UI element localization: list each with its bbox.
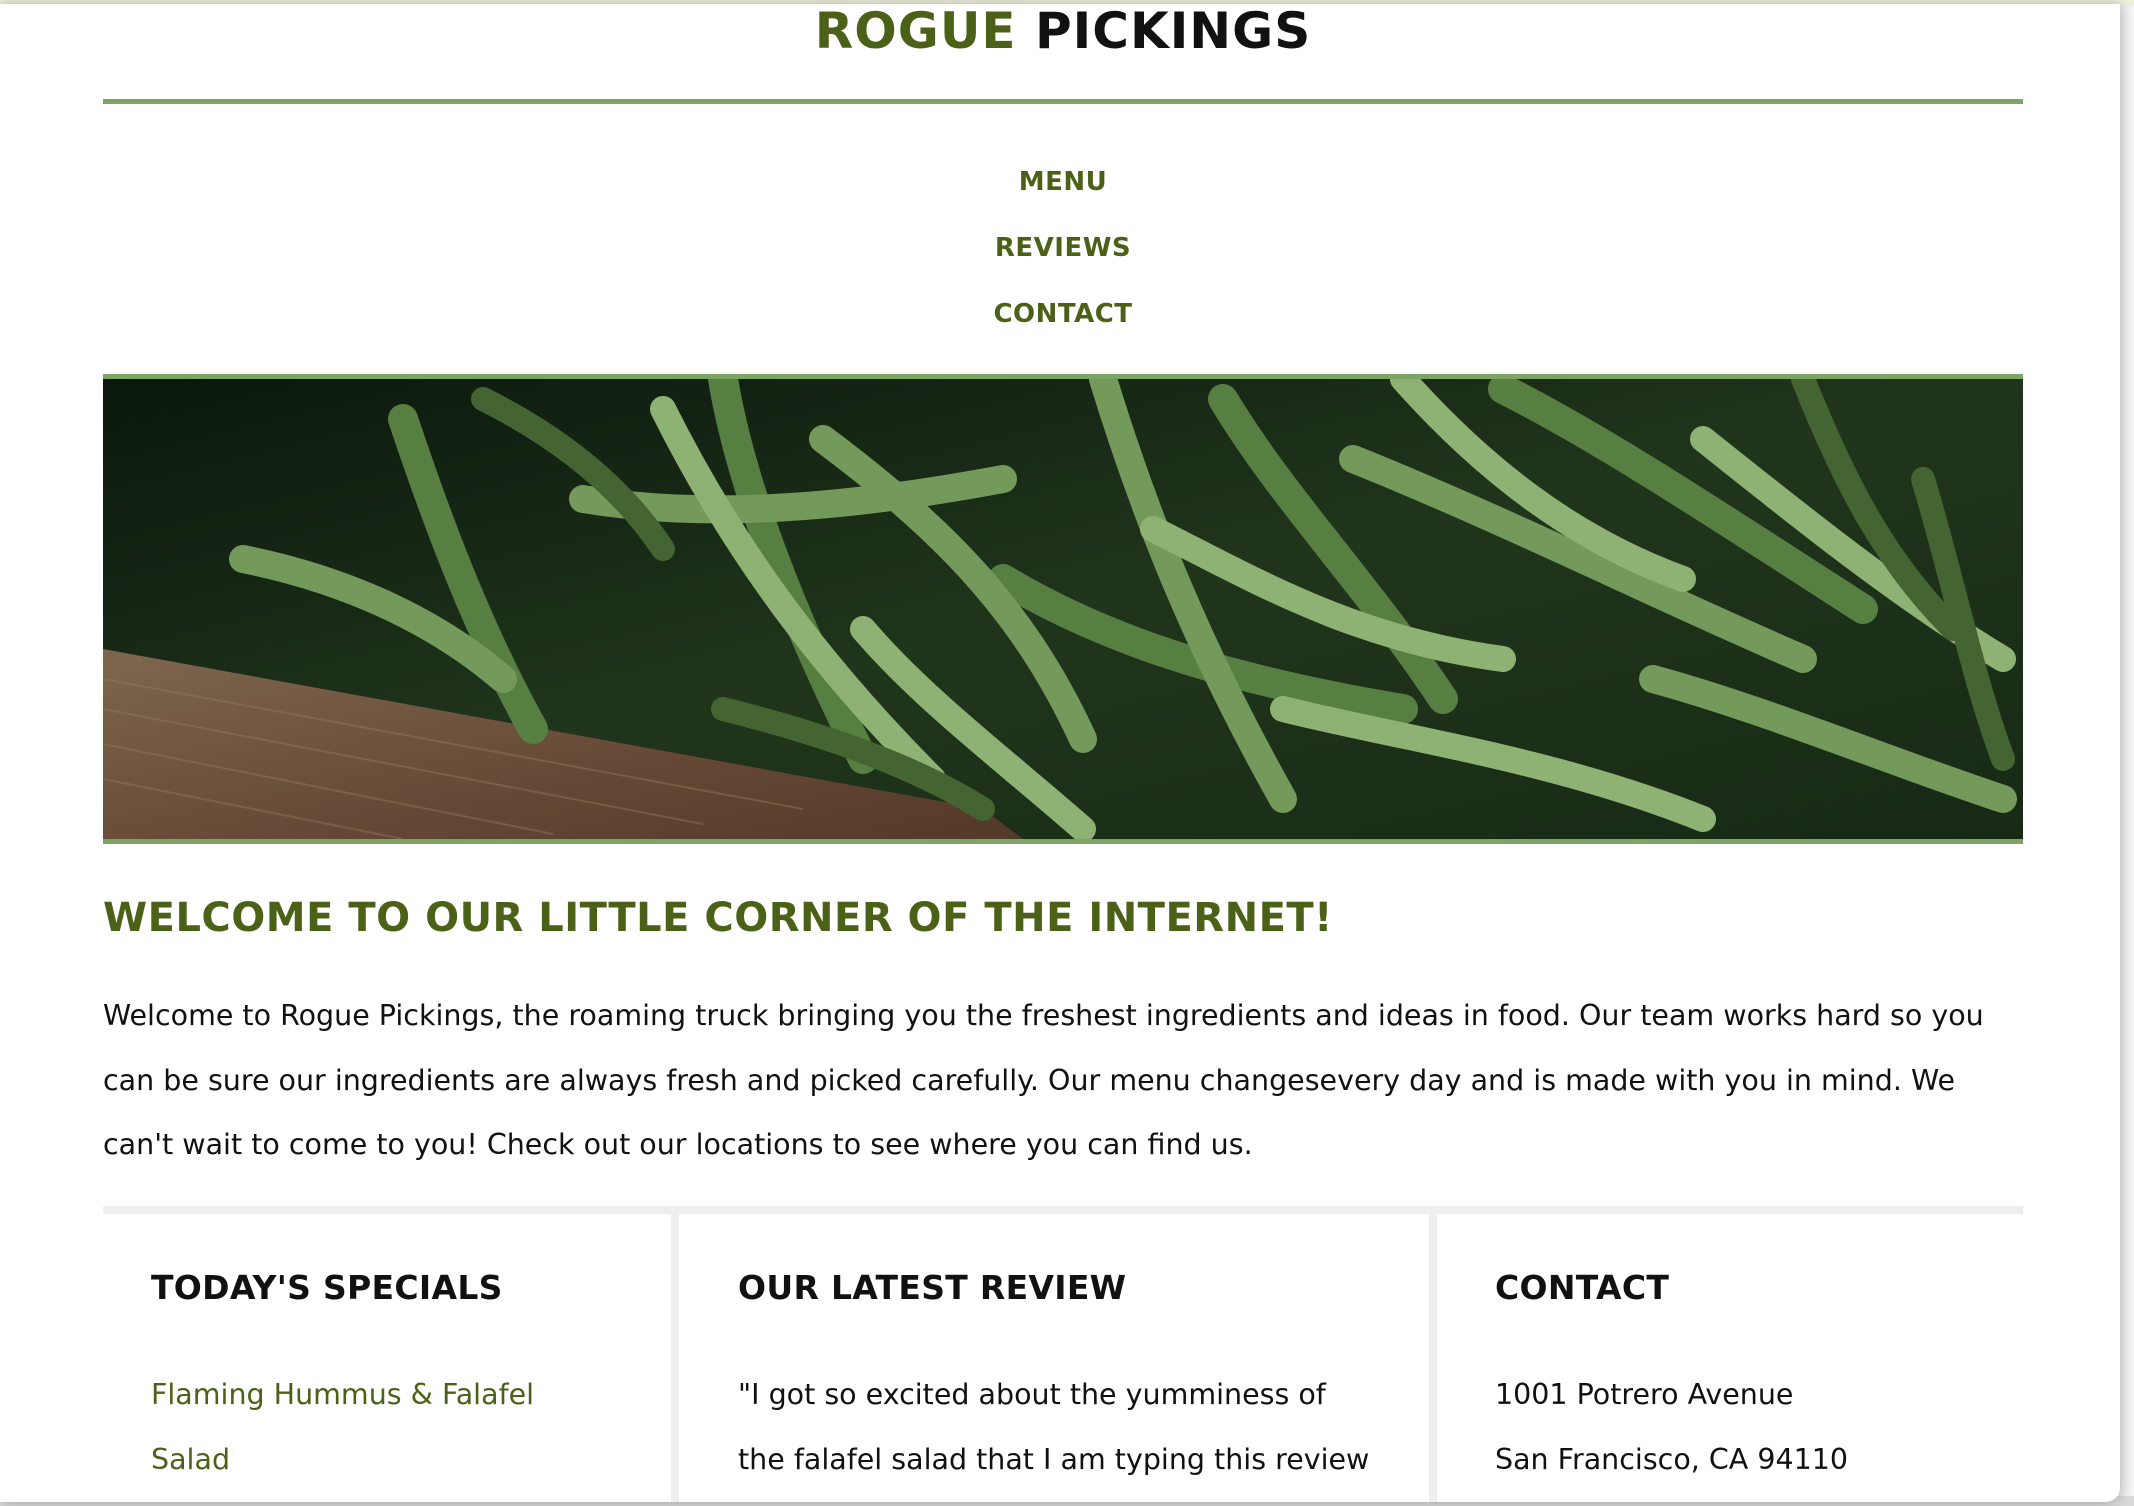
nav-link-contact[interactable]: CONTACT: [103, 281, 2023, 347]
nav-link-reviews[interactable]: REVIEWS: [103, 215, 2023, 281]
header-divider: [103, 99, 2023, 104]
background-page-edge: [2118, 0, 2134, 1506]
hero-image: [103, 374, 2023, 844]
nav-link-menu[interactable]: MENU: [103, 149, 2023, 215]
browser-window: ROGUE PICKINGS MENU REVIEWS CONTACT WELC…: [0, 4, 2120, 1502]
specials-heading: TODAY'S SPECIALS: [151, 1268, 503, 1307]
contact-address: 1001 Potrero Avenue San Francisco, CA 94…: [1495, 1362, 1975, 1492]
welcome-heading: WELCOME TO OUR LITTLE CORNER OF THE INTE…: [103, 895, 1333, 941]
review-heading: OUR LATEST REVIEW: [738, 1268, 1127, 1307]
site-logo[interactable]: ROGUE PICKINGS: [103, 4, 2023, 60]
address-line: San Francisco, CA 94110: [1495, 1443, 1849, 1476]
address-line: 1001 Potrero Avenue: [1495, 1378, 1794, 1411]
review-line: "I got so excited about the yumminess of: [738, 1378, 1326, 1411]
review-line: the falafel salad that I am typing this …: [738, 1443, 1370, 1476]
specials-section: TODAY'S SPECIALS Flaming Hummus & Falafe…: [103, 1214, 679, 1502]
columns-divider: [103, 1206, 2023, 1214]
specials-item[interactable]: Flaming Hummus & Falafel Salad: [151, 1362, 581, 1492]
specials-line: Flaming Hummus & Falafel: [151, 1378, 535, 1411]
logo-word-pickings: PICKINGS: [1035, 4, 1312, 60]
review-section: OUR LATEST REVIEW "I got so excited abou…: [679, 1214, 1437, 1502]
welcome-paragraph: Welcome to Rogue Pickings, the roaming t…: [103, 999, 1984, 1161]
hero-green-beans-illustration: [103, 379, 2023, 839]
logo-word-rogue: ROGUE: [814, 4, 1017, 60]
review-quote: "I got so excited about the yumminess of…: [738, 1362, 1378, 1492]
specials-line: Salad: [151, 1443, 231, 1476]
contact-section: CONTACT 1001 Potrero Avenue San Francisc…: [1437, 1214, 2023, 1502]
contact-heading: CONTACT: [1495, 1268, 1670, 1307]
main-nav: MENU REVIEWS CONTACT: [103, 149, 2023, 347]
page-content: ROGUE PICKINGS MENU REVIEWS CONTACT WELC…: [103, 4, 2023, 1502]
